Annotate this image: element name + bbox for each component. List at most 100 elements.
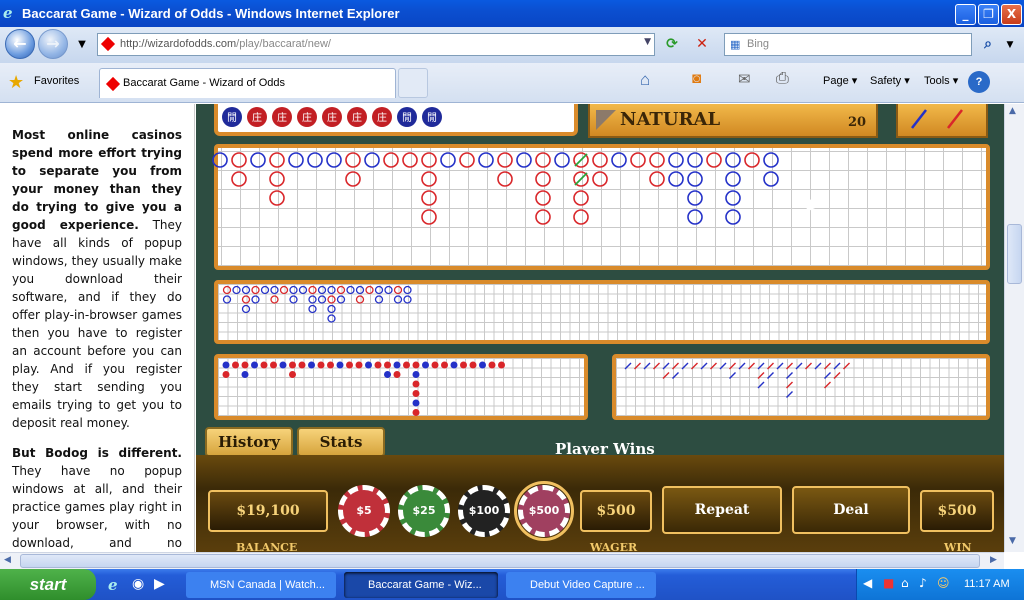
task-baccarat[interactable]: Baccarat Game - Wiz... xyxy=(344,572,498,598)
chip-25[interactable]: $25 xyxy=(398,485,450,537)
small-road-mark xyxy=(260,361,268,369)
big-eye-mark xyxy=(327,285,336,295)
big-eye-mark xyxy=(393,285,403,295)
big-road-mark xyxy=(573,190,589,206)
chip-5[interactable]: $5 xyxy=(338,485,390,537)
scroll-right-icon[interactable]: ▶ xyxy=(990,555,997,565)
tray-expand-icon[interactable]: ◀ xyxy=(863,576,872,590)
title-bar: e Baccarat Game - Wizard of Odds - Windo… xyxy=(0,0,1024,27)
search-options-icon[interactable]: ▼ xyxy=(998,34,1022,56)
safety-menu[interactable]: Safety ▾ xyxy=(870,74,910,87)
close-button[interactable]: X xyxy=(1001,4,1022,25)
small-road-mark xyxy=(317,361,325,369)
maximize-button[interactable]: ❐ xyxy=(978,4,999,25)
history-tab[interactable]: History xyxy=(205,427,293,457)
big-road-mark xyxy=(440,152,456,168)
task-debut[interactable]: Debut Video Capture ... xyxy=(506,572,656,598)
cockroach-mark xyxy=(757,362,765,370)
small-road-mark xyxy=(460,361,467,369)
small-road-mark xyxy=(412,371,420,378)
vertical-scroll-thumb[interactable] xyxy=(1007,224,1022,284)
cockroach-mark xyxy=(691,362,698,370)
cockroach-mark xyxy=(624,362,632,370)
address-dropdown-icon[interactable]: ▼ xyxy=(644,37,651,47)
bead-chip-label: 庄 xyxy=(377,111,387,124)
big-eye-mark xyxy=(355,295,365,304)
big-road-mark xyxy=(231,152,247,168)
small-road-mark xyxy=(355,361,363,369)
deal-button[interactable]: Deal xyxy=(792,486,910,534)
win-display: $500 xyxy=(920,490,994,532)
chip-100[interactable]: $100 xyxy=(458,485,510,537)
big-eye-mark xyxy=(251,285,260,295)
big-road-mark xyxy=(516,152,532,168)
print-icon[interactable]: ⎙ xyxy=(776,70,789,88)
tray-record-icon[interactable]: ■ xyxy=(883,576,894,590)
big-eye-mark xyxy=(289,285,298,295)
tray-network-icon[interactable]: ⌂ xyxy=(901,576,909,590)
favorites-button[interactable]: Favorites xyxy=(34,75,79,87)
chip-500[interactable]: $500 xyxy=(514,481,574,541)
big-road-mark xyxy=(421,209,437,225)
quicklaunch-ie-icon[interactable]: e xyxy=(108,576,118,594)
new-tab-button[interactable] xyxy=(398,68,428,98)
repeat-button[interactable]: Repeat xyxy=(662,486,782,534)
search-icon[interactable]: ⌕ xyxy=(976,33,1000,55)
bead-chip-label: 閒 xyxy=(402,112,412,124)
home-icon[interactable]: ⌂ xyxy=(640,70,650,90)
small-road-mark xyxy=(222,361,230,369)
mail-icon[interactable]: ✉ xyxy=(738,70,751,88)
favorites-star-icon[interactable]: ★ xyxy=(8,72,24,93)
cockroach-mark xyxy=(757,381,765,389)
stop-icon[interactable]: ✕ xyxy=(690,33,714,55)
scroll-left-icon[interactable]: ◀ xyxy=(4,555,11,565)
page-menu[interactable]: Page ▾ xyxy=(823,74,857,87)
stats-tab[interactable]: Stats xyxy=(297,427,385,457)
small-road-mark xyxy=(279,361,287,369)
vertical-scrollbar[interactable]: ▲ ▼ xyxy=(1004,104,1024,552)
big-road-mark xyxy=(706,152,722,168)
big-eye-mark xyxy=(317,285,327,295)
big-road-mark xyxy=(592,152,608,168)
big-road-mark xyxy=(497,152,513,168)
search-box[interactable]: ▦ Bing xyxy=(724,33,972,56)
refresh-icon[interactable]: ⟳ xyxy=(660,33,684,55)
big-road-mark xyxy=(364,152,380,168)
task-msn[interactable]: MSN Canada | Watch... xyxy=(186,572,336,598)
big-eye-mark xyxy=(384,285,393,295)
tools-menu[interactable]: Tools ▾ xyxy=(924,74,958,87)
quicklaunch-media-icon[interactable]: ▶ xyxy=(154,576,165,592)
address-bar[interactable]: http://wizardofodds.com/play/baccarat/ne… xyxy=(97,33,655,56)
tray-volume-icon[interactable]: ♪ xyxy=(919,576,927,590)
big-eye-mark xyxy=(308,285,317,295)
browser-tab[interactable]: Baccarat Game - Wizard of Odds xyxy=(99,68,396,98)
small-road-mark xyxy=(270,361,277,369)
big-eye-mark xyxy=(270,285,279,295)
start-button[interactable]: start xyxy=(0,569,96,600)
minimize-button[interactable]: _ xyxy=(955,4,976,25)
forward-button[interactable]: → xyxy=(38,29,68,59)
quicklaunch-browser-icon[interactable]: ◉ xyxy=(132,576,144,592)
small-road-mark xyxy=(365,361,372,369)
big-road-mark xyxy=(421,152,437,168)
cockroach-mark xyxy=(824,372,831,379)
scroll-down-icon[interactable]: ▼ xyxy=(1009,536,1016,546)
horizontal-scrollbar[interactable]: ◀ ▶ xyxy=(0,552,1004,569)
small-road-mark xyxy=(241,371,249,378)
feeds-icon[interactable]: ◙ xyxy=(692,70,701,87)
tray-messenger-icon[interactable]: ☺ xyxy=(937,576,950,590)
big-road-mark xyxy=(231,171,247,187)
big-road-mark xyxy=(725,171,741,187)
cockroach-mark xyxy=(729,372,736,379)
help-icon[interactable]: ? xyxy=(968,71,990,93)
history-dropdown-icon[interactable]: ▼ xyxy=(70,34,94,56)
big-road-mark xyxy=(687,171,703,187)
small-road-mark xyxy=(479,361,486,369)
cockroach-mark xyxy=(767,362,774,370)
horizontal-scroll-thumb[interactable] xyxy=(20,554,980,568)
address-url[interactable]: http://wizardofodds.com/play/baccarat/ne… xyxy=(120,38,331,50)
big-eye-mark xyxy=(289,295,298,304)
back-button[interactable]: ← xyxy=(5,29,35,59)
small-road-mark xyxy=(222,371,230,378)
scroll-up-icon[interactable]: ▲ xyxy=(1009,106,1016,116)
